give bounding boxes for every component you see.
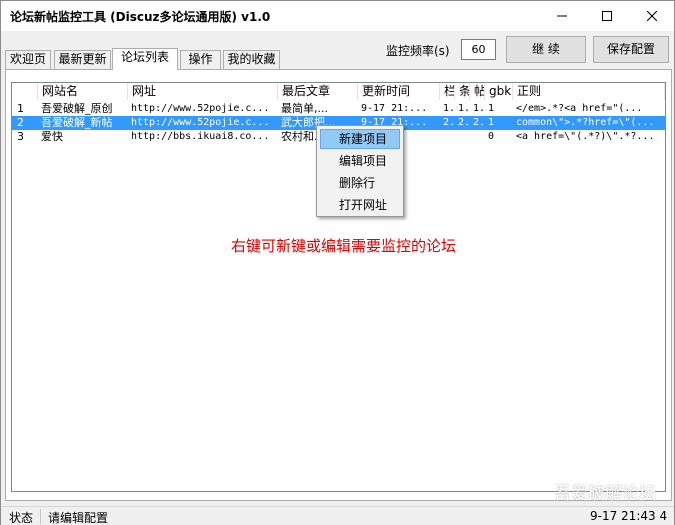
maximize-button[interactable] — [584, 1, 629, 31]
window-title: 论坛新帖监控工具 (Discuz多论坛通用版) v1.0 — [10, 10, 271, 24]
listview-header: 网站名 网址 最后文章 更新时间 栏 条 帖 gbk 正则 — [12, 83, 665, 100]
cell-c2: 2. — [458, 117, 470, 128]
cell-update-time: 9-17 21:... — [361, 103, 428, 114]
tab-favorites[interactable]: 我的收藏 — [223, 50, 280, 69]
cell-c3: 2. — [473, 117, 485, 128]
cell-last-post: 最简单,... — [281, 102, 328, 115]
cell-index: 2 — [17, 116, 24, 129]
cell-url: http://www.52pojie.c... — [131, 117, 270, 128]
tab-welcome[interactable]: 欢迎页 — [5, 50, 51, 69]
col-update-time[interactable]: 更新时间 — [358, 83, 440, 100]
cell-site-name: 吾爱破解_新帖 — [41, 116, 113, 129]
col-c1[interactable]: 栏 — [440, 83, 455, 100]
cell-regex: </em>.*?<a href="(... — [516, 103, 643, 114]
menu-item-edit[interactable]: 编辑项目 — [320, 151, 400, 171]
table-row[interactable]: 1 吾爱破解_原创 http://www.52pojie.c... 最简单,..… — [12, 102, 665, 116]
close-button[interactable] — [629, 1, 674, 31]
cell-regex: <a href=\"(.*?)\".*?... — [516, 131, 655, 142]
frequency-input[interactable]: 60 — [461, 39, 496, 60]
title-bar: 论坛新帖监控工具 (Discuz多论坛通用版) v1.0 — [1, 1, 674, 31]
cell-index: 3 — [17, 130, 24, 143]
status-bar: 状态 请编辑配置 9-17 21:43 4 — [1, 506, 674, 525]
continue-button[interactable]: 继 续 — [506, 36, 586, 63]
status-time: 9-17 21:43 4 — [590, 509, 668, 523]
col-c2[interactable]: 条 — [455, 83, 470, 100]
cell-gbk: 0 — [488, 131, 495, 142]
col-index[interactable] — [12, 83, 38, 100]
tab-latest-updates[interactable]: 最新更新 — [54, 50, 111, 69]
status-text: 请编辑配置 — [48, 511, 109, 525]
minimize-icon — [556, 15, 567, 17]
col-site-name[interactable]: 网站名 — [38, 83, 128, 100]
cell-c1: 2. — [443, 117, 455, 128]
menu-item-open-url[interactable]: 打开网址 — [320, 195, 400, 215]
cell-c1 — [440, 130, 455, 144]
hint-text: 右键可新键或编辑需要监控的论坛 — [231, 237, 457, 255]
context-menu: 新建项目 编辑项目 删除行 打开网址 — [316, 125, 404, 217]
cell-c2 — [455, 130, 470, 144]
col-gbk[interactable]: gbk — [485, 83, 513, 100]
cell-gbk: 1 — [488, 117, 495, 128]
menu-item-delete-row[interactable]: 删除行 — [320, 173, 400, 193]
cell-c3 — [470, 130, 485, 144]
cell-url: http://www.52pojie.c... — [131, 103, 270, 114]
close-icon — [646, 11, 657, 21]
cell-index: 1 — [17, 102, 24, 115]
maximize-icon — [601, 11, 612, 21]
col-last-post[interactable]: 最后文章 — [278, 83, 358, 100]
cell-c2: 1. — [458, 103, 470, 114]
status-separator — [40, 509, 41, 524]
app-window: 论坛新帖监控工具 (Discuz多论坛通用版) v1.0 欢迎页 最新更新 论坛… — [0, 0, 675, 525]
col-c3[interactable]: 帖 — [470, 83, 485, 100]
col-regex[interactable]: 正则 — [513, 83, 665, 100]
status-label: 状态 — [9, 511, 34, 525]
minimize-button[interactable] — [539, 1, 584, 31]
cell-url: http://bbs.ikuai8.co... — [131, 131, 270, 142]
cell-site-name: 爱快 — [41, 130, 63, 143]
save-config-button[interactable]: 保存配置 — [593, 36, 669, 63]
col-url[interactable]: 网址 — [128, 83, 278, 100]
cell-site-name: 吾爱破解_原创 — [41, 102, 113, 115]
cell-gbk: 1 — [488, 103, 495, 114]
watermark-text: 吾爱破解论坛 — [554, 484, 656, 504]
cell-c3: 1. — [473, 103, 485, 114]
cell-c1: 1. — [443, 103, 455, 114]
cell-regex: common\">.*?href=\"(... — [516, 117, 655, 128]
menu-item-new[interactable]: 新建项目 — [320, 129, 400, 149]
tab-forum-list[interactable]: 论坛列表 — [112, 48, 178, 70]
tab-operations[interactable]: 操作 — [180, 50, 221, 69]
frequency-label: 监控频率(s) — [386, 44, 450, 58]
